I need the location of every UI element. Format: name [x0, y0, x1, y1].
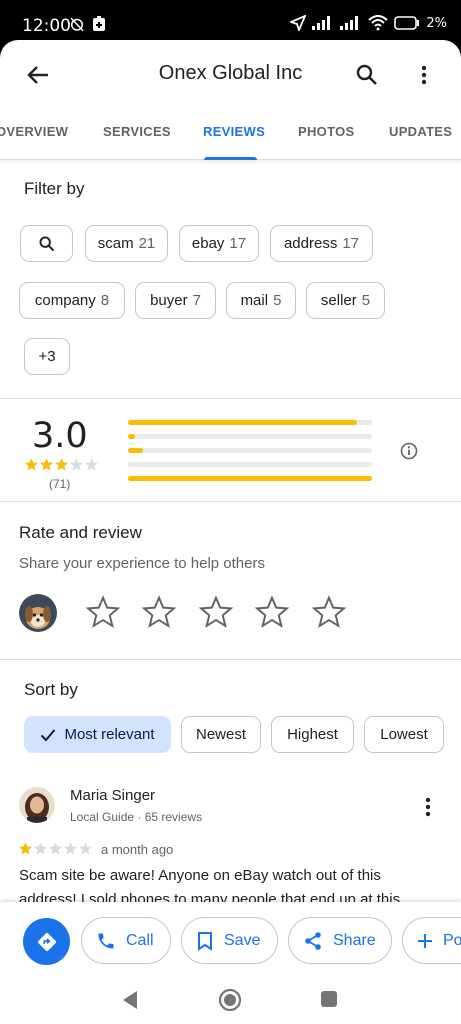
rate-review-subtitle: Share your experience to help others: [19, 555, 265, 572]
review-date: a month ago: [101, 842, 174, 857]
tab-overview[interactable]: OVERVIEW: [0, 124, 68, 139]
save-button[interactable]: Save: [181, 917, 278, 964]
rating-bar-fill: [128, 434, 136, 439]
filter-chip-address[interactable]: address 17: [270, 225, 373, 262]
rating-bar-5-star: [128, 420, 372, 425]
battery-percent: 2%: [426, 15, 447, 31]
status-time: 12:00: [22, 16, 71, 36]
signal-icon-2: [340, 16, 359, 30]
check-icon: [41, 728, 56, 741]
app-screen: Onex Global Inc OVERVIEW SERVICES REVIEW…: [0, 40, 461, 1024]
rating-count: (71): [49, 477, 71, 491]
signal-icon: [312, 16, 331, 30]
nav-recents-icon[interactable]: [320, 990, 338, 1008]
rate-review-title: Rate and review: [19, 523, 142, 542]
rate-star-3[interactable]: [198, 594, 234, 630]
share-icon: [305, 931, 321, 950]
search-button[interactable]: [352, 60, 382, 90]
rate-star-5[interactable]: [311, 594, 347, 630]
rate-star-4[interactable]: [254, 594, 290, 630]
rating-bar-4-star: [128, 434, 372, 439]
divider: [0, 659, 461, 660]
sort-chip-highest[interactable]: Highest: [271, 716, 354, 753]
add-icon: [418, 933, 432, 948]
filter-chip-company[interactable]: company 8: [19, 282, 125, 319]
location-icon: [290, 15, 307, 31]
filter-chip-ebay[interactable]: ebay 17: [179, 225, 259, 262]
more-options-button[interactable]: [410, 60, 438, 90]
rating-bar-fill: [128, 420, 358, 425]
star-filled-icon: [55, 458, 68, 471]
search-icon: [39, 236, 54, 251]
star-filled-icon: [19, 842, 32, 855]
divider: [0, 501, 461, 502]
alarm-off-icon: [70, 17, 84, 32]
star-empty-icon: [70, 458, 83, 471]
system-nav-bar: [0, 980, 461, 1024]
star-empty-icon: [49, 842, 62, 855]
info-icon[interactable]: [400, 442, 418, 460]
review-stars: [18, 841, 93, 856]
star-filled-icon: [40, 458, 53, 471]
status-bar: 12:00 2%: [0, 0, 461, 44]
filter-chip-scam[interactable]: scam 21: [85, 225, 168, 262]
phone-icon: [98, 933, 114, 948]
sort-chip-most-relevant[interactable]: Most relevant: [24, 716, 171, 753]
tab-services[interactable]: SERVICES: [103, 124, 171, 139]
search-icon: [356, 64, 377, 85]
notification-icon: [93, 16, 105, 31]
filter-chip-seller[interactable]: seller 5: [306, 282, 385, 319]
battery-icon: [394, 16, 420, 30]
rate-star-1[interactable]: [85, 594, 121, 630]
rating-stars: [24, 457, 99, 472]
reviewer-meta: Local Guide · 65 reviews: [70, 810, 203, 824]
post-button[interactable]: Po: [402, 917, 461, 964]
directions-button[interactable]: [23, 918, 70, 965]
star-empty-icon: [79, 842, 92, 855]
active-tab-indicator: [204, 157, 257, 160]
more-vert-icon: [421, 65, 427, 85]
reviewer-name[interactable]: Maria Singer: [70, 787, 155, 804]
reviewer-avatar[interactable]: [19, 787, 55, 823]
directions-icon: [37, 932, 56, 951]
review-text[interactable]: Scam site be aware! Anyone on eBay watch…: [19, 864, 439, 904]
tab-bar: OVERVIEW SERVICES REVIEWS PHOTOS UPDATES: [0, 106, 461, 160]
sort-chip-lowest[interactable]: Lowest: [364, 716, 444, 753]
review-more-button[interactable]: [418, 796, 438, 818]
more-vert-icon: [425, 797, 431, 817]
sort-chip-newest[interactable]: Newest: [181, 716, 261, 753]
filter-more-chip[interactable]: +3: [24, 338, 70, 375]
tab-updates[interactable]: UPDATES: [389, 124, 452, 139]
star-empty-icon: [64, 842, 77, 855]
rating-bar-fill: [128, 448, 143, 453]
nav-back-icon[interactable]: [121, 990, 139, 1010]
tab-photos[interactable]: PHOTOS: [298, 124, 354, 139]
user-avatar: [19, 594, 57, 632]
rating-bar-2-star: [128, 462, 372, 467]
rate-star-2[interactable]: [141, 594, 177, 630]
app-bar: Onex Global Inc: [0, 40, 461, 106]
star-empty-icon: [85, 458, 98, 471]
filter-heading: Filter by: [24, 179, 85, 198]
nav-home-icon[interactable]: [218, 988, 242, 1012]
rating-bar-3-star: [128, 448, 372, 453]
star-filled-icon: [25, 458, 38, 471]
divider: [0, 398, 461, 399]
wifi-icon: [368, 15, 389, 31]
share-button[interactable]: Share: [288, 917, 392, 964]
call-button[interactable]: Call: [81, 917, 171, 964]
filter-search-chip[interactable]: [20, 225, 73, 262]
rating-bar-fill: [128, 476, 372, 481]
filter-chip-buyer[interactable]: buyer 7: [135, 282, 216, 319]
filter-chip-mail[interactable]: mail 5: [226, 282, 296, 319]
sort-heading: Sort by: [24, 680, 78, 699]
tab-reviews[interactable]: REVIEWS: [203, 124, 265, 139]
average-rating: 3.0: [32, 416, 88, 456]
rating-bar-1-star: [128, 476, 372, 481]
place-title: Onex Global Inc: [158, 62, 303, 84]
star-empty-icon: [34, 842, 47, 855]
action-bar: Call Save Share Po: [0, 902, 461, 980]
bookmark-icon: [198, 931, 212, 951]
